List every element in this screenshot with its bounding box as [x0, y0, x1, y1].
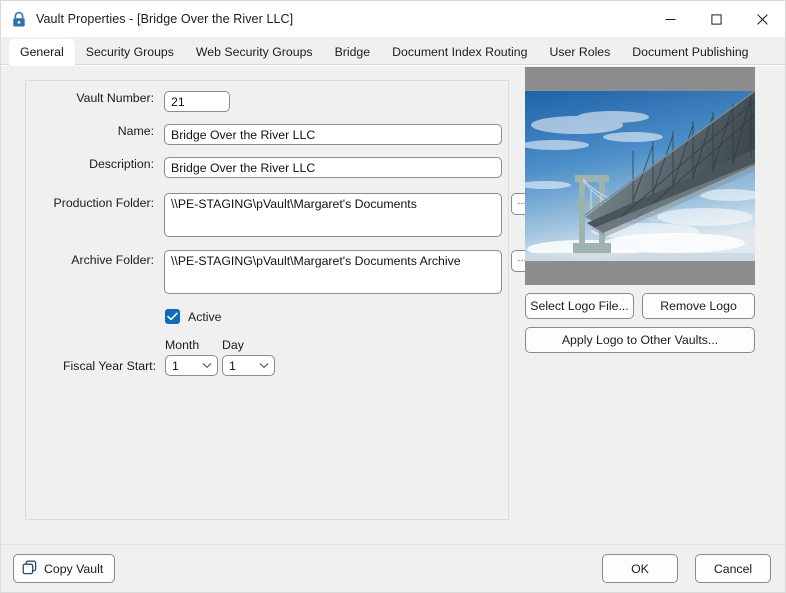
- select-logo-file-button[interactable]: Select Logo File...: [525, 293, 634, 319]
- dialog-footer: Copy Vault OK Cancel: [1, 544, 785, 592]
- archive-folder-label: Archive Folder:: [71, 253, 154, 267]
- window-title: Vault Properties - [Bridge Over the Rive…: [36, 12, 294, 26]
- copy-icon: [22, 560, 37, 578]
- archive-folder-row: Archive Folder: ...: [26, 250, 533, 294]
- vault-number-row: Vault Number:: [26, 91, 478, 112]
- lock-icon: [11, 11, 27, 28]
- name-input[interactable]: [164, 124, 502, 145]
- active-checkbox-label: Active: [188, 309, 222, 324]
- vault-settings-group: Vault Number: Name: Description: Product…: [25, 80, 533, 520]
- fiscal-day-value: 1: [229, 358, 236, 373]
- copy-vault-button[interactable]: Copy Vault: [13, 554, 116, 583]
- close-button[interactable]: [739, 1, 785, 37]
- footer-actions: OK Cancel: [602, 554, 771, 583]
- fiscal-month-select[interactable]: 1: [165, 355, 218, 376]
- tab-general[interactable]: General: [9, 39, 75, 66]
- tab-document-index-routing[interactable]: Document Index Routing: [381, 39, 538, 65]
- cancel-button[interactable]: Cancel: [695, 554, 771, 583]
- tab-web-security-groups[interactable]: Web Security Groups: [185, 39, 324, 65]
- production-folder-label: Production Folder:: [53, 196, 154, 210]
- fiscal-year-start-label: Fiscal Year Start:: [63, 359, 156, 373]
- tab-strip: General Security Groups Web Security Gro…: [1, 37, 785, 66]
- vault-properties-window: Vault Properties - [Bridge Over the Rive…: [0, 0, 786, 593]
- tab-bridge[interactable]: Bridge: [324, 39, 382, 65]
- chevron-down-icon: [259, 362, 274, 369]
- vault-number-label: Vault Number:: [76, 91, 154, 105]
- vault-number-input[interactable]: [164, 91, 230, 112]
- description-label: Description:: [89, 157, 154, 171]
- remove-logo-button[interactable]: Remove Logo: [642, 293, 755, 319]
- copy-vault-label: Copy Vault: [44, 561, 104, 576]
- title-bar-left: Vault Properties - [Bridge Over the Rive…: [1, 11, 293, 28]
- name-label: Name:: [117, 124, 154, 138]
- active-checkbox-row[interactable]: Active: [165, 309, 222, 324]
- month-column-header: Month: [165, 338, 200, 352]
- ok-button[interactable]: OK: [602, 554, 678, 583]
- bridge-photo: [525, 67, 755, 285]
- production-folder-row: Production Folder: ...: [26, 193, 533, 237]
- description-input[interactable]: [164, 157, 502, 178]
- check-icon: [167, 312, 178, 321]
- name-row: Name:: [26, 124, 502, 145]
- day-column-header: Day: [222, 338, 244, 352]
- active-checkbox[interactable]: [165, 309, 180, 324]
- archive-folder-input[interactable]: [164, 250, 502, 294]
- fiscal-day-select[interactable]: 1: [222, 355, 275, 376]
- minimize-button[interactable]: [647, 1, 693, 37]
- chevron-down-icon: [202, 362, 217, 369]
- fiscal-month-value: 1: [172, 358, 179, 373]
- maximize-button[interactable]: [693, 1, 739, 37]
- vault-logo-preview: [525, 67, 755, 285]
- apply-logo-to-other-vaults-button[interactable]: Apply Logo to Other Vaults...: [525, 327, 755, 353]
- production-folder-input[interactable]: [164, 193, 502, 237]
- description-row: Description:: [26, 157, 502, 178]
- general-tab-panel: Vault Number: Name: Description: Product…: [1, 65, 785, 544]
- tab-security-groups[interactable]: Security Groups: [75, 39, 185, 65]
- window-controls: [647, 1, 785, 37]
- tab-document-publishing[interactable]: Document Publishing: [621, 39, 759, 65]
- tab-user-roles[interactable]: User Roles: [538, 39, 621, 65]
- title-bar: Vault Properties - [Bridge Over the Rive…: [1, 1, 785, 37]
